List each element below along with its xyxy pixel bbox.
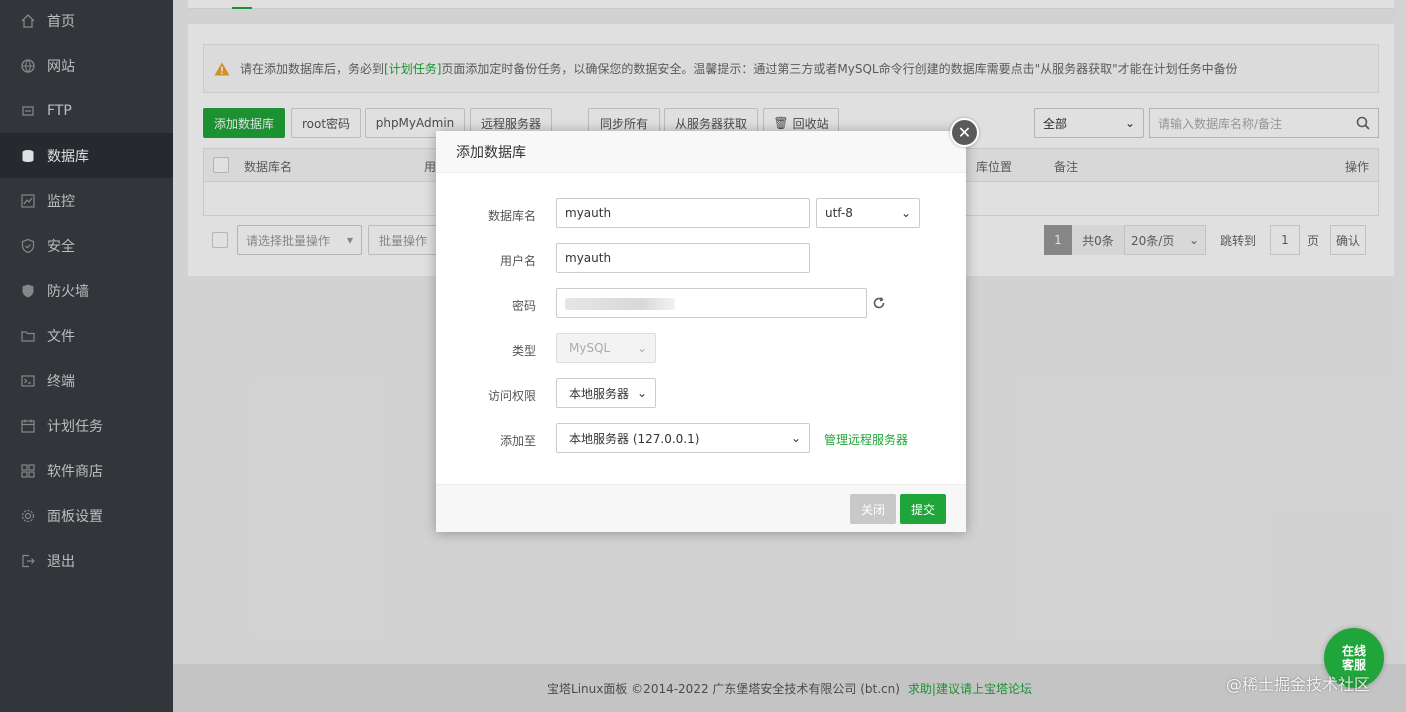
chat-line1: 在线 — [1341, 644, 1366, 658]
add-to-label: 添加至 — [499, 434, 536, 448]
access-value: 本地服务器 — [569, 386, 630, 401]
username-input[interactable]: myauth — [556, 243, 810, 273]
password-input[interactable] — [556, 288, 867, 318]
type-value: MySQL — [569, 341, 611, 355]
chat-line2: 客服 — [1341, 658, 1366, 672]
db-name-label: 数据库名 — [487, 209, 536, 223]
chevron-down-icon: ⌄ — [636, 341, 647, 355]
manage-remote-link[interactable]: 管理远程服务器 — [824, 431, 908, 448]
chevron-down-icon: ⌄ — [900, 206, 911, 220]
add-to-select[interactable]: 本地服务器 (127.0.0.1) ⌄ — [556, 423, 810, 453]
charset-value: utf-8 — [825, 206, 853, 220]
add-to-value: 本地服务器 (127.0.0.1) — [569, 431, 700, 446]
username-label: 用户名 — [499, 254, 536, 268]
dialog-close-icon[interactable]: ✕ — [950, 118, 979, 147]
access-select[interactable]: 本地服务器 ⌄ — [556, 378, 656, 408]
type-select: MySQL ⌄ — [556, 333, 656, 363]
add-database-dialog: 添加数据库 数据库名 myauth utf-8 ⌄ 用户名 myauth 密码 … — [436, 131, 966, 532]
charset-select[interactable]: utf-8 ⌄ — [816, 198, 920, 228]
db-name-input[interactable]: myauth — [556, 198, 810, 228]
dialog-footer: 关闭 提交 — [436, 484, 966, 532]
submit-button[interactable]: 提交 — [900, 494, 946, 524]
chevron-down-icon: ⌄ — [636, 386, 647, 400]
password-value-redacted — [565, 298, 675, 310]
type-label: 类型 — [511, 344, 536, 358]
chevron-down-icon: ⌄ — [790, 431, 801, 445]
password-label: 密码 — [511, 299, 536, 313]
refresh-icon[interactable] — [872, 296, 886, 310]
access-label: 访问权限 — [487, 389, 536, 403]
dialog-title: 添加数据库 — [436, 131, 966, 173]
watermark: @稀土掘金技术社区 — [1226, 675, 1371, 694]
close-button[interactable]: 关闭 — [850, 494, 896, 524]
